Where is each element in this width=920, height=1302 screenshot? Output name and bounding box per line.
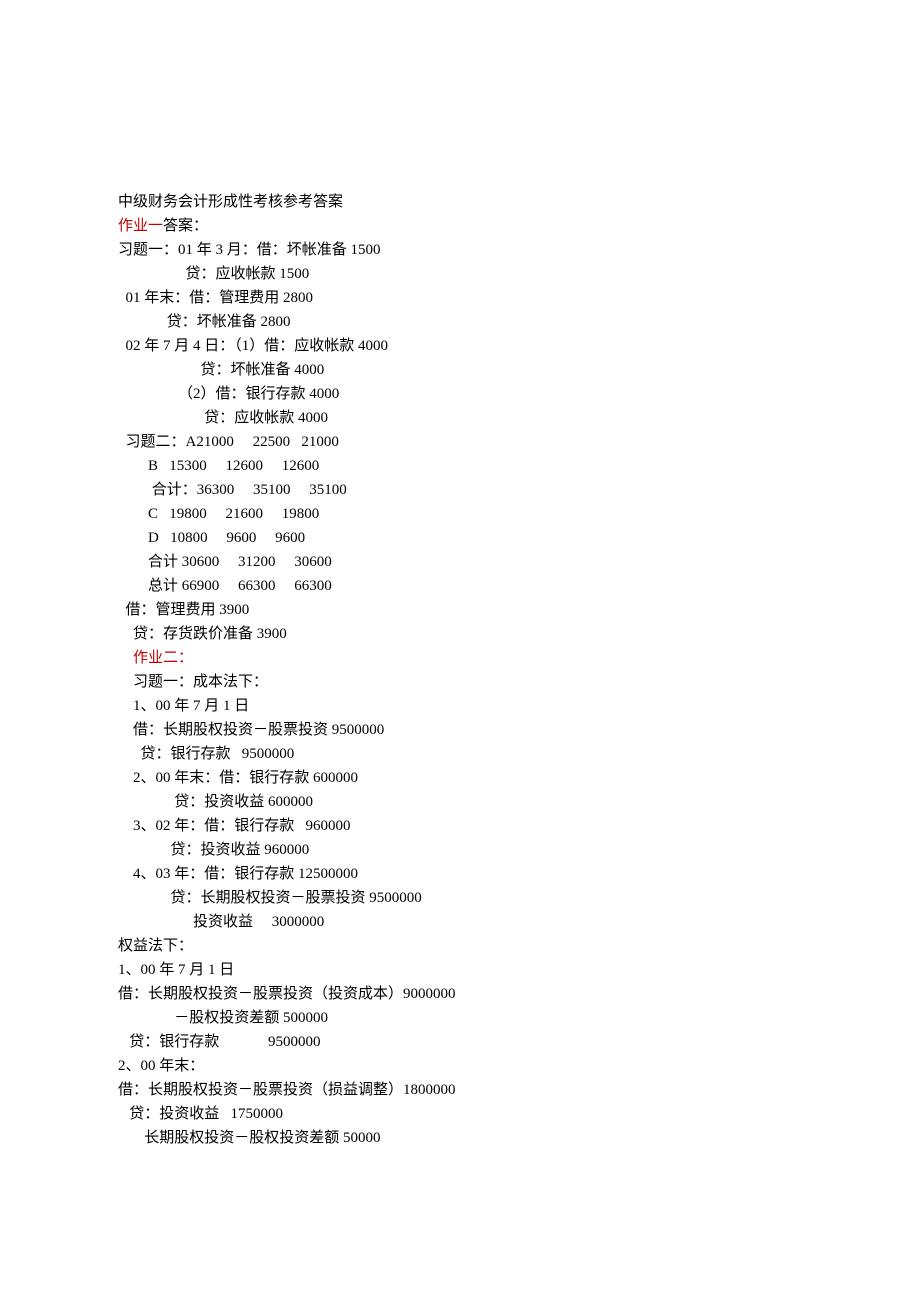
hw1-line: 贷：应收帐款 4000 xyxy=(118,406,802,430)
hw2-line: 贷：投资收益 600000 xyxy=(118,790,802,814)
hw1-line: 贷：坏帐准备 4000 xyxy=(118,358,802,382)
hw2-line: 2、00 年末：借：银行存款 600000 xyxy=(118,766,802,790)
document-title: 中级财务会计形成性考核参考答案 xyxy=(118,190,802,214)
hw1-line: C 19800 21600 19800 xyxy=(118,502,802,526)
hw1-line: 习题一：01 年 3 月：借：坏帐准备 1500 xyxy=(118,238,802,262)
hw2-line: 贷：银行存款 9500000 xyxy=(118,742,802,766)
homework1-heading: 作业一答案： xyxy=(118,214,802,238)
hw2-line: 借：长期股权投资－股票投资 9500000 xyxy=(118,718,802,742)
hw1-line: 01 年末：借：管理费用 2800 xyxy=(118,286,802,310)
hw2-line: －股权投资差额 500000 xyxy=(118,1006,802,1030)
hw2-line: 1、00 年 7 月 1 日 xyxy=(118,958,802,982)
hw1-line: 合计 30600 31200 30600 xyxy=(118,550,802,574)
hw2-line: 投资收益 3000000 xyxy=(118,910,802,934)
hw2-line: 4、03 年：借：银行存款 12500000 xyxy=(118,862,802,886)
hw1-line: 习题二：A21000 22500 21000 xyxy=(118,430,802,454)
hw2-line: 贷：投资收益 1750000 xyxy=(118,1102,802,1126)
hw2-line: 1、00 年 7 月 1 日 xyxy=(118,694,802,718)
hw1-line: 贷：应收帐款 1500 xyxy=(118,262,802,286)
hw1-line: 总计 66900 66300 66300 xyxy=(118,574,802,598)
document-page: 中级财务会计形成性考核参考答案 作业一答案： 习题一：01 年 3 月：借：坏帐… xyxy=(0,0,920,1150)
hw2-line: 借：长期股权投资－股票投资（投资成本）9000000 xyxy=(118,982,802,1006)
homework2-heading: 作业二： xyxy=(118,646,802,670)
hw2-line: 习题一：成本法下： xyxy=(118,670,802,694)
homework1-label: 作业一 xyxy=(118,218,163,234)
hw1-line: 合计：36300 35100 35100 xyxy=(118,478,802,502)
hw1-line: 借：管理费用 3900 xyxy=(118,598,802,622)
hw2-line: 长期股权投资－股权投资差额 50000 xyxy=(118,1126,802,1150)
hw2-line: 贷：投资收益 960000 xyxy=(118,838,802,862)
hw1-line: 02 年 7 月 4 日：（1）借：应收帐款 4000 xyxy=(118,334,802,358)
hw1-line: 贷：坏帐准备 2800 xyxy=(118,310,802,334)
hw2-line: 2、00 年末： xyxy=(118,1054,802,1078)
hw2-line: 借：长期股权投资－股票投资（损益调整）1800000 xyxy=(118,1078,802,1102)
hw2-line: 权益法下： xyxy=(118,934,802,958)
hw1-line: 贷：存货跌价准备 3900 xyxy=(118,622,802,646)
hw2-line: 贷：银行存款 9500000 xyxy=(118,1030,802,1054)
hw1-line: （2）借：银行存款 4000 xyxy=(118,382,802,406)
hw1-line: D 10800 9600 9600 xyxy=(118,526,802,550)
hw2-line: 贷：长期股权投资－股票投资 9500000 xyxy=(118,886,802,910)
hw2-line: 3、02 年：借：银行存款 960000 xyxy=(118,814,802,838)
hw1-line: B 15300 12600 12600 xyxy=(118,454,802,478)
homework1-suffix: 答案： xyxy=(163,218,208,234)
